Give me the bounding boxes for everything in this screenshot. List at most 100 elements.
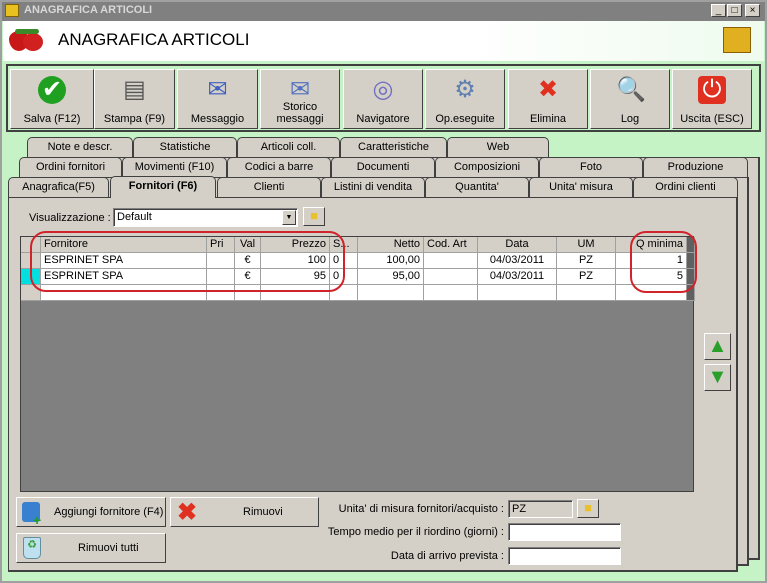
tab-anagrafica-f5[interactable]: Anagrafica(F5) <box>8 177 109 197</box>
fornitori-panel: Visualizzazione : Default ▼ ■ Fornitore P… <box>8 197 738 572</box>
tab-documenti[interactable]: Documenti <box>331 157 435 177</box>
view-select[interactable]: Default ▼ <box>113 208 298 227</box>
tab-web[interactable]: Web <box>447 137 549 157</box>
grid-cell <box>207 285 235 301</box>
tab-listini-di-vendita[interactable]: Listini di vendita <box>321 177 425 197</box>
grid-cell: € <box>235 253 261 269</box>
move-down-button[interactable]: ▼ <box>704 364 731 391</box>
close-button[interactable]: × <box>745 4 760 17</box>
toolbar-button-navigatore[interactable]: ◎ Navigatore <box>343 69 423 129</box>
scrollbar <box>687 285 695 301</box>
gears-icon: ⚙ <box>454 76 476 103</box>
grid-cell <box>424 253 478 269</box>
window-title: ANAGRAFICA ARTICOLI <box>24 4 153 16</box>
tab-unita-misura[interactable]: Unita' misura <box>529 177 633 197</box>
tab-codici-a-barre[interactable]: Codici a barre <box>227 157 331 177</box>
toolbar-button-elimina[interactable]: ✖ Elimina <box>508 69 588 129</box>
toolbar-button-op-eseguite[interactable]: ⚙ Op.eseguite <box>425 69 505 129</box>
um-field[interactable]: PZ <box>508 500 573 518</box>
power-icon: ⏻ <box>698 76 726 104</box>
grid-cell <box>358 285 424 301</box>
tab-quantita[interactable]: Quantita' <box>425 177 529 197</box>
log-search-icon: 🔍 <box>616 76 646 103</box>
delete-x-icon: ✖ <box>177 499 198 526</box>
tab-articoli-coll[interactable]: Articoli coll. <box>237 137 340 157</box>
column-header[interactable]: UM <box>557 237 616 253</box>
folder-icon[interactable]: ■ <box>577 499 599 518</box>
column-header[interactable]: Q minima <box>616 237 687 253</box>
view-select-value: Default <box>117 211 152 223</box>
grid-cell <box>424 269 478 285</box>
toolbar-button-storico-messaggi[interactable]: ✉ Storico messaggi <box>260 69 340 129</box>
grid-cell <box>207 269 235 285</box>
column-header[interactable]: Data <box>478 237 557 253</box>
grid-cell: 95 <box>261 269 330 285</box>
row-selector[interactable] <box>21 253 41 269</box>
column-header[interactable]: Pri <box>207 237 235 253</box>
box-icon <box>723 27 751 53</box>
column-header[interactable]: S... <box>330 237 358 253</box>
column-header[interactable]: Prezzo <box>261 237 330 253</box>
tab-ordini-fornitori[interactable]: Ordini fornitori <box>19 157 122 177</box>
plus-icon: + <box>33 512 42 528</box>
column-header[interactable]: Netto <box>358 237 424 253</box>
app-icon <box>5 4 19 17</box>
remove-label: Rimuovi <box>243 506 283 518</box>
toolbar-button-label: Storico messaggi <box>276 101 324 125</box>
delete-x-icon: ✖ <box>537 76 559 103</box>
grid-cell: 04/03/2011 <box>478 253 557 269</box>
remove-all-label: Rimuovi tutti <box>78 542 139 554</box>
tab-fornitori-f6[interactable]: Fornitori (F6) <box>110 176 216 198</box>
tab-composizioni[interactable]: Composizioni <box>435 157 539 177</box>
grid-cell: 95,00 <box>358 269 424 285</box>
remove-button[interactable]: ✖ Rimuovi <box>170 497 319 527</box>
view-label: Visualizzazione : <box>29 212 111 224</box>
um-label: Unita' di misura fornitori/acquisto : <box>338 503 504 515</box>
grid-cell <box>330 285 358 301</box>
data-arrivo-field[interactable] <box>508 547 621 565</box>
tab-caratteristiche[interactable]: Caratteristiche <box>340 137 447 157</box>
grid-cell <box>261 285 330 301</box>
grid-cell <box>616 285 687 301</box>
toolbar-button-salva-f12[interactable]: ✔ Salva (F12) <box>10 69 94 129</box>
tempo-field[interactable] <box>508 523 621 541</box>
grid-cell: ESPRINET SPA <box>41 269 207 285</box>
scrollbar <box>687 237 695 253</box>
toolbar-button-log[interactable]: 🔍 Log <box>590 69 670 129</box>
add-supplier-label: Aggiungi fornitore (F4) <box>54 506 164 518</box>
column-header[interactable]: Val <box>235 237 261 253</box>
remove-all-button[interactable]: ♻ Rimuovi tutti <box>16 533 166 563</box>
folder-icon[interactable]: ■ <box>303 207 325 226</box>
toolbar-button-label: Elimina <box>529 113 567 125</box>
minimize-button[interactable]: _ <box>711 4 726 17</box>
maximize-button[interactable]: □ <box>727 4 742 17</box>
toolbar-button-stampa-f9[interactable]: ▤ Stampa (F9) <box>94 69 175 129</box>
toolbar-button-label: Op.eseguite <box>435 113 495 125</box>
strawberry-logo-icon <box>9 29 45 53</box>
tab-ordini-clienti[interactable]: Ordini clienti <box>633 177 738 197</box>
column-header[interactable]: Fornitore <box>41 237 207 253</box>
toolbar-button-label: Navigatore <box>356 113 410 125</box>
tab-movimenti-f10[interactable]: Movimenti (F10) <box>122 157 227 177</box>
grid-cell: 04/03/2011 <box>478 269 557 285</box>
grid-cell <box>478 285 557 301</box>
chevron-down-icon[interactable]: ▼ <box>282 210 296 225</box>
toolbar-button-uscita-esc[interactable]: ⏻ Uscita (ESC) <box>672 69 752 129</box>
tab-foto[interactable]: Foto <box>539 157 643 177</box>
toolbar-button-messaggio[interactable]: ✉ Messaggio <box>177 69 258 129</box>
column-header[interactable]: Cod. Art <box>424 237 478 253</box>
row-selector[interactable] <box>21 285 41 301</box>
tab-note-e-descr[interactable]: Note e descr. <box>27 137 133 157</box>
row-selector[interactable] <box>21 269 41 285</box>
move-up-button[interactable]: ▲ <box>704 333 731 360</box>
grid-cell <box>557 285 616 301</box>
grid-cell: 100,00 <box>358 253 424 269</box>
add-supplier-button[interactable]: + Aggiungi fornitore (F4) <box>16 497 166 528</box>
tab-produzione[interactable]: Produzione <box>643 157 748 177</box>
tab-statistiche[interactable]: Statistiche <box>133 137 237 157</box>
grid-cell <box>41 285 207 301</box>
row-header-corner[interactable] <box>21 237 41 253</box>
grid-cell: ESPRINET SPA <box>41 253 207 269</box>
printer-icon: ▤ <box>123 76 146 103</box>
tab-clienti[interactable]: Clienti <box>217 177 321 197</box>
